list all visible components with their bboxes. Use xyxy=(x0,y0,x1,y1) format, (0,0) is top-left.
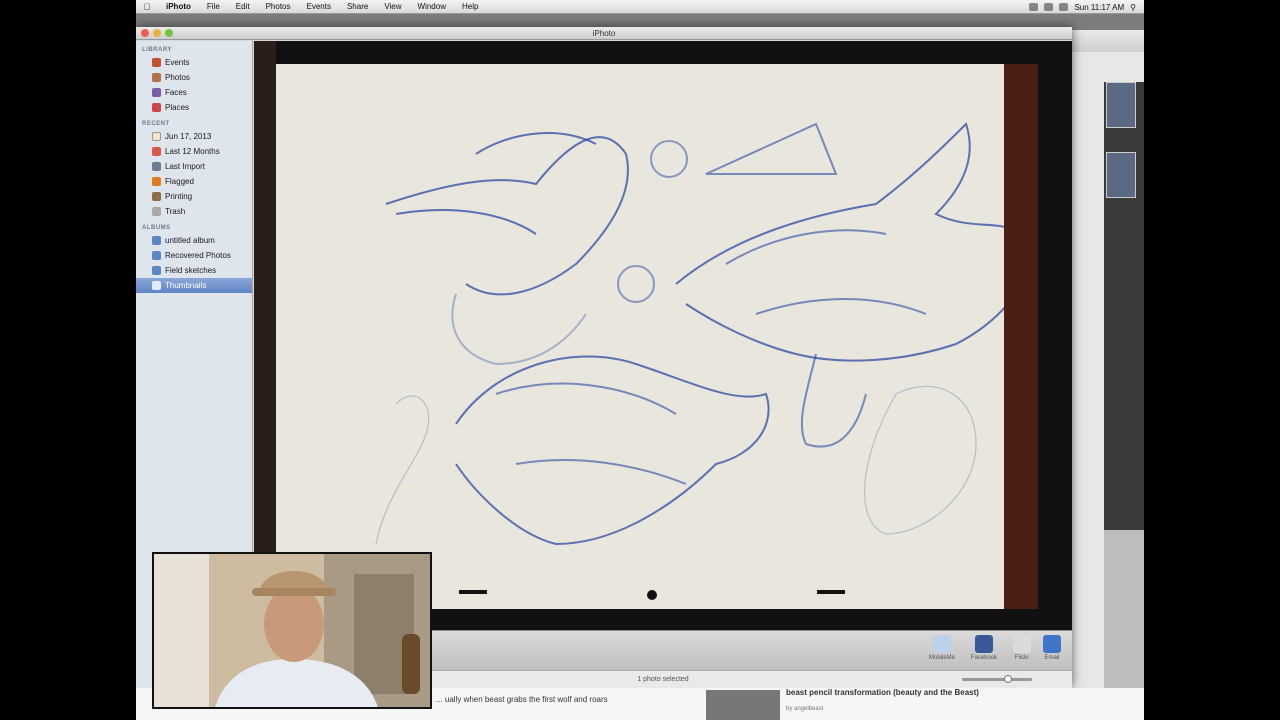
event-icon xyxy=(152,132,161,141)
library-header: LIBRARY xyxy=(142,47,172,53)
status-area: Sun 11:17 AM ⚲ xyxy=(1029,0,1136,14)
video-author[interactable]: by angelbeast xyxy=(786,706,823,712)
sidebar-item-last-12-months[interactable]: Last 12 Months xyxy=(136,144,252,159)
email-button[interactable]: Email xyxy=(1034,635,1070,661)
zoom-slider-knob[interactable] xyxy=(1004,675,1012,683)
photo-viewer[interactable] xyxy=(254,41,1072,630)
menu-share[interactable]: Share xyxy=(339,0,376,14)
selection-count: 1 photo selected xyxy=(637,676,689,683)
album-icon xyxy=(152,281,161,290)
email-icon xyxy=(1043,635,1061,653)
menu-edit[interactable]: Edit xyxy=(228,0,258,14)
album-icon xyxy=(152,266,161,275)
cloud-icon xyxy=(933,635,951,653)
menu-events[interactable]: Events xyxy=(298,0,338,14)
title-bar[interactable]: iPhoto xyxy=(136,27,1072,40)
video-title[interactable]: beast pencil transformation (beauty and … xyxy=(786,688,979,697)
sidebar-item-photos[interactable]: Photos xyxy=(136,70,252,85)
background-window-strip xyxy=(1104,82,1144,530)
photo-border xyxy=(254,41,276,630)
menu-app[interactable]: iPhoto xyxy=(158,0,199,14)
close-button[interactable] xyxy=(141,29,149,37)
video-thumbnail[interactable] xyxy=(706,690,780,720)
mobileme-button[interactable]: MobileMe xyxy=(924,635,960,661)
flickr-icon xyxy=(1013,635,1031,653)
menu-bar:  iPhoto File Edit Photos Events Share V… xyxy=(136,0,1144,14)
volume-icon[interactable] xyxy=(1044,3,1054,11)
printer-icon xyxy=(152,192,161,201)
apple-icon[interactable]:  xyxy=(136,2,158,12)
minimize-button[interactable] xyxy=(153,29,161,37)
sidebar-item-event-date[interactable]: Jun 17, 2013 xyxy=(136,129,252,144)
sidebar-item-untitled-album[interactable]: untitled album xyxy=(136,233,252,248)
background-window-toolbar xyxy=(1072,30,1144,52)
zoom-button[interactable] xyxy=(165,29,173,37)
sketch-drawing xyxy=(375,122,1029,600)
battery-icon[interactable] xyxy=(1059,3,1069,11)
events-icon xyxy=(152,58,161,67)
menu-file[interactable]: File xyxy=(199,0,228,14)
faces-icon xyxy=(152,88,161,97)
webcam-overlay xyxy=(152,552,432,709)
places-icon xyxy=(152,103,161,112)
sidebar-item-thumbnails[interactable]: Thumbnails xyxy=(136,278,252,293)
sidebar-item-recovered-photos[interactable]: Recovered Photos xyxy=(136,248,252,263)
sidebar-item-field-sketches[interactable]: Field sketches xyxy=(136,263,252,278)
calendar-icon xyxy=(152,147,161,156)
flag-icon xyxy=(152,177,161,186)
sidebar-item-flagged[interactable]: Flagged xyxy=(136,174,252,189)
sidebar-item-events[interactable]: Events xyxy=(136,55,252,70)
clock[interactable]: Sun 11:17 AM xyxy=(1074,3,1124,12)
facebook-icon xyxy=(975,635,993,653)
sidebar-item-places[interactable]: Places xyxy=(136,100,252,115)
sidebar-item-trash[interactable]: Trash xyxy=(136,204,252,219)
wifi-icon[interactable] xyxy=(1029,3,1039,11)
comment-text: ... ually when beast grabs the first wol… xyxy=(436,695,608,704)
presenter-image xyxy=(154,554,430,707)
recent-header: RECENT xyxy=(142,121,170,127)
albums-header: ALBUMS xyxy=(142,225,171,231)
album-icon xyxy=(152,236,161,245)
menu-view[interactable]: View xyxy=(376,0,409,14)
menu-help[interactable]: Help xyxy=(454,0,486,14)
sidebar-item-printing[interactable]: Printing xyxy=(136,189,252,204)
background-thumbnail[interactable] xyxy=(1106,152,1136,198)
import-icon xyxy=(152,162,161,171)
trash-icon xyxy=(152,207,161,216)
sidebar-item-last-import[interactable]: Last Import xyxy=(136,159,252,174)
spotlight-icon[interactable]: ⚲ xyxy=(1130,3,1136,12)
photo-border xyxy=(1004,64,1038,609)
facebook-button[interactable]: Facebook xyxy=(966,635,1002,661)
sidebar-item-faces[interactable]: Faces xyxy=(136,85,252,100)
background-window xyxy=(1072,30,1144,720)
background-thumbnail[interactable] xyxy=(1106,82,1136,128)
menu-window[interactable]: Window xyxy=(410,0,454,14)
sketch-photo[interactable] xyxy=(276,64,1038,609)
window-title: iPhoto xyxy=(592,29,616,38)
photos-icon xyxy=(152,73,161,82)
menu-photos[interactable]: Photos xyxy=(258,0,299,14)
zoom-slider[interactable] xyxy=(962,678,1032,681)
album-icon xyxy=(152,251,161,260)
